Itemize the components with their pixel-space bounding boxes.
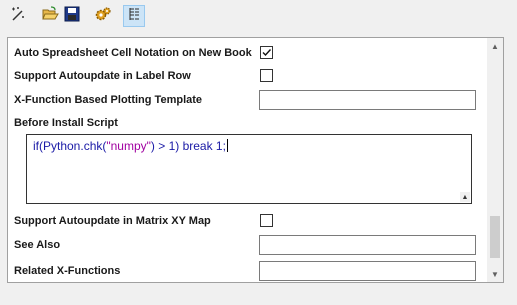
- scroll-down-arrow-icon[interactable]: ▼: [487, 266, 503, 282]
- settings-button[interactable]: [92, 5, 114, 27]
- checkmark-icon: [262, 49, 272, 57]
- related-xfunctions-input[interactable]: [259, 261, 476, 281]
- open-folder-icon: [41, 5, 59, 28]
- vertical-scrollbar[interactable]: ▲ ▼: [487, 38, 503, 282]
- save-disk-icon: [63, 5, 81, 28]
- code-string: "numpy": [106, 139, 151, 153]
- magic-wand-button[interactable]: [7, 5, 29, 27]
- support-autoupdate-label-row-label: Support Autoupdate in Label Row: [14, 70, 191, 82]
- tree-view-button[interactable]: [123, 5, 145, 27]
- xfunction-plotting-template-input[interactable]: [259, 90, 476, 110]
- code-suffix: ) > 1) break 1;: [150, 139, 226, 153]
- scroll-thumb[interactable]: [490, 216, 500, 258]
- xfunction-plotting-template-label: X-Function Based Plotting Template: [14, 94, 203, 106]
- scroll-up-arrow-icon[interactable]: ▲: [487, 38, 503, 54]
- before-install-script-label: Before Install Script: [14, 117, 118, 129]
- code-prefix: if(Python.chk(: [33, 139, 107, 153]
- related-xfunctions-label: Related X-Functions: [14, 265, 121, 277]
- tree-view-icon: [126, 6, 142, 27]
- see-also-input[interactable]: [259, 235, 476, 255]
- support-autoupdate-matrix-label: Support Autoupdate in Matrix XY Map: [14, 215, 211, 227]
- script-code: if(Python.chk("numpy") > 1) break 1;: [33, 139, 228, 153]
- expand-arrow-icon[interactable]: ▲: [460, 192, 470, 202]
- see-also-label: See Also: [14, 239, 61, 251]
- auto-spreadsheet-checkbox[interactable]: [260, 46, 273, 59]
- support-autoupdate-label-row-checkbox[interactable]: [260, 69, 273, 82]
- settings-gears-icon: [94, 5, 112, 28]
- toolbar: [0, 0, 517, 34]
- text-caret: [226, 139, 228, 152]
- properties-panel: Auto Spreadsheet Cell Notation on New Bo…: [7, 37, 504, 283]
- support-autoupdate-matrix-checkbox[interactable]: [260, 214, 273, 227]
- open-button[interactable]: [39, 5, 61, 27]
- before-install-script-editor[interactable]: if(Python.chk("numpy") > 1) break 1; ▲: [26, 134, 472, 204]
- save-button[interactable]: [61, 5, 83, 27]
- auto-spreadsheet-label: Auto Spreadsheet Cell Notation on New Bo…: [14, 47, 252, 59]
- magic-wand-icon: [9, 5, 27, 28]
